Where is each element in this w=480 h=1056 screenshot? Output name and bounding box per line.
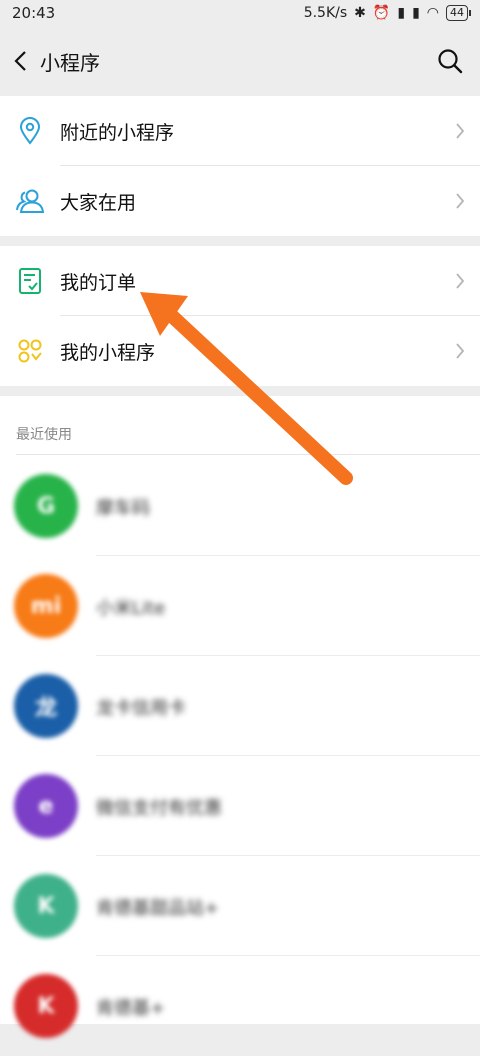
menu-item-my-mini-programs[interactable]: 我的小程序 — [0, 316, 480, 386]
search-icon — [438, 49, 463, 74]
battery-level: 44 — [450, 6, 464, 19]
recent-app-item[interactable]: e 微信支付有优惠 — [0, 756, 480, 856]
recent-section: 最近使用 G 摩车码 mi 小米Lite 龙 龙卡信用卡 e 微信支付有优惠 K… — [0, 396, 480, 1038]
recent-app-item[interactable]: mi 小米Lite — [0, 556, 480, 656]
back-button[interactable] — [6, 41, 36, 81]
battery-icon: 44 — [446, 5, 471, 21]
recent-app-item[interactable]: K 肯德基甜品站+ — [0, 856, 480, 956]
app-name: 摩车码 — [96, 498, 150, 519]
location-pin-icon — [19, 117, 41, 145]
section-title: 最近使用 — [16, 427, 72, 443]
menu-item-my-orders[interactable]: 我的订单 — [0, 246, 480, 316]
chevron-right-icon — [456, 123, 465, 139]
menu-group-discover: 附近的小程序 大家在用 — [0, 96, 480, 236]
wifi-icon: ◠ — [426, 5, 439, 21]
apps-grid-icon — [18, 339, 42, 363]
bluetooth-icon: ✱ — [354, 5, 366, 21]
app-icon: G — [14, 474, 78, 538]
app-name: 小米Lite — [96, 598, 166, 619]
page-title: 小程序 — [40, 50, 100, 75]
app-icon: K — [14, 974, 78, 1038]
people-icon — [16, 189, 45, 213]
app-icon: mi — [14, 574, 78, 638]
app-name: 微信支付有优惠 — [96, 798, 222, 819]
recent-app-item[interactable]: 龙 龙卡信用卡 — [0, 656, 480, 756]
app-glyph: mi — [30, 593, 62, 619]
network-speed: 5.5K/s — [303, 5, 348, 21]
menu-item-popular[interactable]: 大家在用 — [0, 166, 480, 236]
app-glyph: 龙 — [34, 696, 57, 721]
status-time: 20:43 — [12, 4, 56, 22]
app-glyph: G — [36, 493, 56, 519]
nav-bar: 小程序 — [0, 26, 480, 96]
app-icon: K — [14, 874, 78, 938]
chevron-right-icon — [456, 343, 465, 359]
menu-label: 大家在用 — [60, 191, 137, 214]
signal-icon: ▮ — [397, 5, 406, 21]
chevron-right-icon — [456, 273, 465, 289]
chevron-left-icon — [14, 51, 26, 71]
menu-group-mine: 我的订单 我的小程序 — [0, 246, 480, 386]
status-icons: 5.5K/s ✱ ⏰ ▮ ▮ ◠ 44 — [303, 5, 471, 21]
app-name: 肯德基+ — [96, 998, 166, 1019]
menu-label: 我的订单 — [60, 271, 137, 294]
app-name: 龙卡信用卡 — [96, 698, 186, 719]
app-glyph: K — [37, 893, 55, 919]
app-name: 肯德基甜品站+ — [96, 898, 220, 919]
search-button[interactable] — [428, 39, 472, 83]
app-icon: e — [14, 774, 78, 838]
alarm-icon: ⏰ — [372, 5, 391, 21]
app-glyph: K — [37, 993, 55, 1019]
recent-app-item[interactable]: G 摩车码 — [0, 456, 480, 556]
menu-item-nearby[interactable]: 附近的小程序 — [0, 96, 480, 166]
divider — [16, 454, 480, 455]
status-bar: 20:43 5.5K/s ✱ ⏰ ▮ ▮ ◠ 44 — [0, 0, 480, 26]
order-list-icon — [19, 268, 41, 294]
app-icon: 龙 — [14, 674, 78, 738]
menu-label: 我的小程序 — [60, 341, 156, 364]
app-glyph: e — [38, 793, 54, 819]
signal-hd-icon: ▮ — [412, 5, 420, 21]
recent-app-item[interactable]: K 肯德基+ — [0, 956, 480, 1056]
chevron-right-icon — [456, 193, 465, 209]
menu-label: 附近的小程序 — [60, 121, 175, 144]
